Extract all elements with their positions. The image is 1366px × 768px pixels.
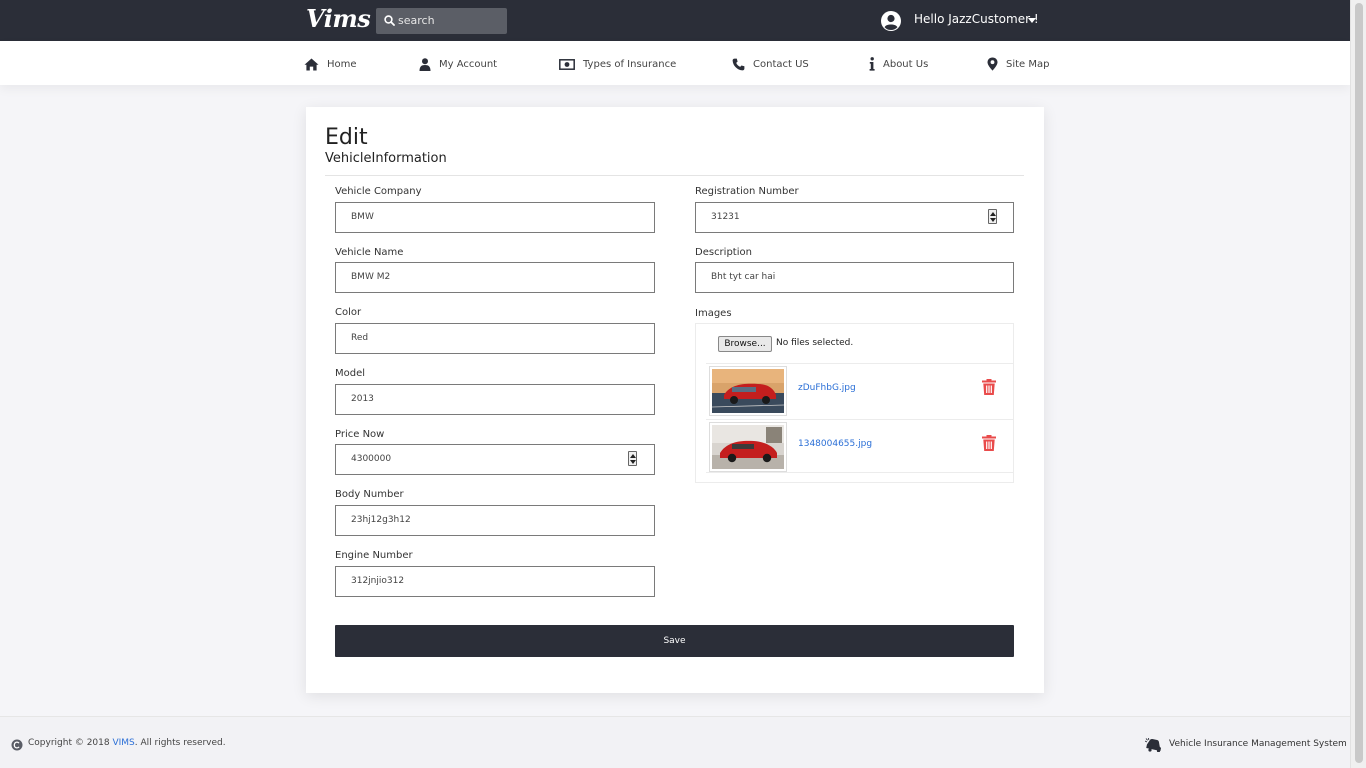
page-title: Edit xyxy=(325,125,368,150)
engine-number-label: Engine Number xyxy=(335,550,413,561)
system-name: Vehicle Insurance Management System xyxy=(1169,739,1347,749)
model-label: Model xyxy=(335,368,366,379)
nav-item-types-of-insurance[interactable]: Types of Insurance xyxy=(559,55,676,73)
top-bar: Vims search Hello JazzCustomer ! xyxy=(0,0,1350,41)
model-input[interactable]: 2013 xyxy=(335,384,655,415)
image-filename-link[interactable]: 1348004655.jpg xyxy=(798,439,872,449)
footer: Copyright © 2018 VIMS. All rights reserv… xyxy=(0,716,1350,768)
copyright-text: Copyright © 2018 VIMS. All rights reserv… xyxy=(28,738,226,748)
nav-label: About Us xyxy=(883,58,929,70)
page-subtitle: VehicleInformation xyxy=(325,151,447,166)
scrollbar-thumb[interactable] xyxy=(1355,3,1363,763)
vehicle-company-label: Vehicle Company xyxy=(335,186,422,197)
image-thumbnail[interactable] xyxy=(709,366,787,416)
body-number-input[interactable]: 23hj12g3h12 xyxy=(335,505,655,536)
images-label: Images xyxy=(695,308,732,319)
chevron-down-icon[interactable] xyxy=(1028,18,1036,23)
price-now-label: Price Now xyxy=(335,429,385,440)
color-label: Color xyxy=(335,307,362,318)
price-now-input[interactable]: 4300000 xyxy=(335,444,655,475)
color-input[interactable]: Red xyxy=(335,323,655,354)
trash-icon[interactable] xyxy=(982,435,996,451)
description-label: Description xyxy=(695,247,752,258)
map-marker-icon xyxy=(987,57,998,71)
vehicle-name-input[interactable]: BMW M2 xyxy=(335,262,655,293)
nav-item-about-us[interactable]: About Us xyxy=(869,55,928,73)
divider xyxy=(325,175,1024,176)
nav-item-site-map[interactable]: Site Map xyxy=(987,55,1049,73)
user-icon xyxy=(419,57,431,71)
user-circle-icon xyxy=(881,11,901,31)
info-icon xyxy=(869,57,875,71)
image-row: 1348004655.jpg xyxy=(706,419,1014,473)
registration-spinner[interactable] xyxy=(988,209,997,224)
search-box[interactable]: search xyxy=(376,8,507,34)
browse-button[interactable]: Browse... xyxy=(718,336,772,352)
vehicle-name-label: Vehicle Name xyxy=(335,247,404,258)
logo[interactable]: Vims xyxy=(306,4,371,33)
image-row: zDuFhbG.jpg xyxy=(706,363,1014,417)
nav-label: Site Map xyxy=(1006,58,1050,70)
user-greeting: Hello JazzCustomer ! xyxy=(914,12,1039,26)
trash-icon[interactable] xyxy=(982,379,996,395)
nav-label: My Account xyxy=(439,58,498,70)
vehicle-company-input[interactable]: BMW xyxy=(335,202,655,233)
nav-label: Home xyxy=(327,58,357,70)
nav-label: Contact US xyxy=(753,58,809,70)
page-scrollbar[interactable] xyxy=(1350,0,1366,768)
registration-number-input[interactable]: 31231 xyxy=(695,202,1014,233)
nav-item-my-account[interactable]: My Account xyxy=(419,55,497,73)
price-spinner[interactable] xyxy=(628,451,637,466)
brand-link[interactable]: VIMS xyxy=(112,738,134,748)
registration-number-label: Registration Number xyxy=(695,186,799,197)
search-input[interactable]: search xyxy=(398,14,435,27)
images-box: Browse... No files selected. zDuFhbG.jpg xyxy=(695,323,1014,483)
image-filename-link[interactable]: zDuFhbG.jpg xyxy=(798,383,856,393)
phone-icon xyxy=(732,58,745,70)
home-icon xyxy=(304,58,319,70)
nav-label: Types of Insurance xyxy=(583,58,677,70)
save-button[interactable]: Save xyxy=(335,625,1014,657)
copyright-prefix: Copyright © 2018 xyxy=(28,738,110,748)
image-thumbnail[interactable] xyxy=(709,422,787,472)
edit-vehicle-card: Edit VehicleInformation Vehicle Company … xyxy=(306,107,1044,693)
copyright-icon xyxy=(11,739,23,751)
no-files-text: No files selected. xyxy=(776,338,854,348)
main-nav: Home My Account Types of Insurance Conta… xyxy=(0,41,1350,85)
engine-number-input[interactable]: 312jnjio312 xyxy=(335,566,655,597)
search-icon xyxy=(384,15,395,26)
car-crash-icon xyxy=(1145,738,1162,752)
money-icon xyxy=(559,58,575,70)
body-number-label: Body Number xyxy=(335,489,404,500)
nav-item-contact-us[interactable]: Contact US xyxy=(732,55,809,73)
nav-item-home[interactable]: Home xyxy=(304,55,357,73)
description-input[interactable]: Bht tyt car hai xyxy=(695,262,1014,293)
copyright-suffix: . All rights reserved. xyxy=(134,738,226,748)
